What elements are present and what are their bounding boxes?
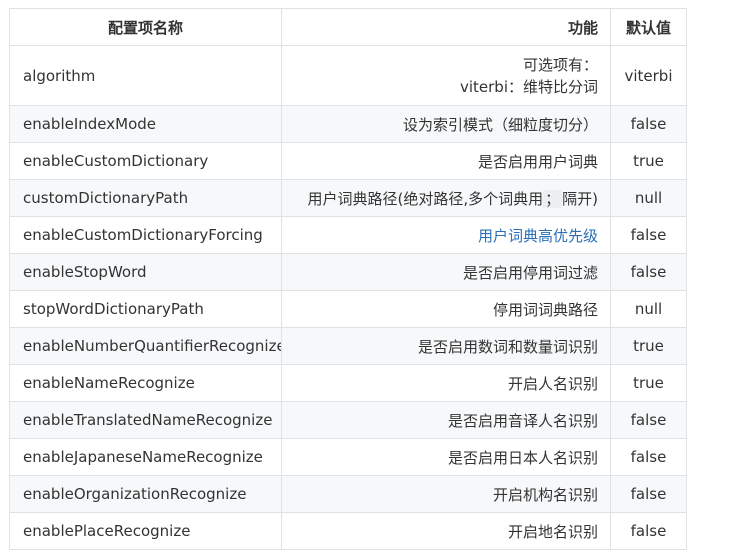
table-row: enablePlaceRecognize 开启地名识别 false bbox=[9, 512, 687, 550]
config-name: enableNameRecognize bbox=[9, 364, 282, 402]
config-name: enableCustomDictionary bbox=[9, 142, 282, 180]
table-row: enableIndexMode 设为索引模式（细粒度切分） false bbox=[9, 105, 687, 143]
config-default: false bbox=[610, 438, 687, 476]
config-name: enableJapaneseNameRecognize bbox=[9, 438, 282, 476]
config-table: 配置项名称 功能 默认值 algorithm 可选项有： viterbi：维特比… bbox=[9, 8, 687, 550]
config-default: false bbox=[610, 105, 687, 143]
config-function: 可选项有： viterbi：维特比分词 bbox=[281, 45, 611, 106]
config-default: false bbox=[610, 401, 687, 439]
config-default: true bbox=[610, 327, 687, 365]
config-function: 是否启用用户词典 bbox=[281, 142, 611, 180]
config-default: null bbox=[610, 179, 687, 217]
config-name: enableStopWord bbox=[9, 253, 282, 291]
config-function: 是否启用音译人名识别 bbox=[281, 401, 611, 439]
config-function: 用户词典高优先级 bbox=[281, 216, 611, 254]
header-name: 配置项名称 bbox=[9, 8, 282, 46]
table-row: enableCustomDictionaryForcing 用户词典高优先级 f… bbox=[9, 216, 687, 254]
config-default: false bbox=[610, 512, 687, 550]
config-function: 开启机构名识别 bbox=[281, 475, 611, 513]
config-name: enableCustomDictionaryForcing bbox=[9, 216, 282, 254]
table-row: enableTranslatedNameRecognize 是否启用音译人名识别… bbox=[9, 401, 687, 439]
table-row: enableJapaneseNameRecognize 是否启用日本人名识别 f… bbox=[9, 438, 687, 476]
config-default: null bbox=[610, 290, 687, 328]
config-function: 开启人名识别 bbox=[281, 364, 611, 402]
config-name: enableIndexMode bbox=[9, 105, 282, 143]
config-function-line: viterbi：维特比分词 bbox=[459, 77, 598, 96]
config-function: 是否启用停用词过滤 bbox=[281, 253, 611, 291]
config-function-text: 用户词典路径(绝对路径,多个词典用 bbox=[307, 189, 544, 208]
header-function: 功能 bbox=[281, 8, 611, 46]
table-header-row: 配置项名称 功能 默认值 bbox=[9, 8, 687, 46]
config-default: false bbox=[610, 475, 687, 513]
config-name: enableTranslatedNameRecognize bbox=[9, 401, 282, 439]
config-function: 开启地名识别 bbox=[281, 512, 611, 550]
config-default: true bbox=[610, 364, 687, 402]
config-default: false bbox=[610, 253, 687, 291]
config-default: viterbi bbox=[610, 45, 687, 106]
config-default: true bbox=[610, 142, 687, 180]
separator-mark: ； bbox=[543, 189, 563, 208]
config-default: false bbox=[610, 216, 687, 254]
config-function: 设为索引模式（细粒度切分） bbox=[281, 105, 611, 143]
table-row: enableStopWord 是否启用停用词过滤 false bbox=[9, 253, 687, 291]
header-default: 默认值 bbox=[610, 8, 687, 46]
config-function: 是否启用日本人名识别 bbox=[281, 438, 611, 476]
config-function: 用户词典路径(绝对路径,多个词典用；隔开) bbox=[281, 179, 611, 217]
table-row: stopWordDictionaryPath 停用词词典路径 null bbox=[9, 290, 687, 328]
table-row: enableCustomDictionary 是否启用用户词典 true bbox=[9, 142, 687, 180]
table-row: enableOrganizationRecognize 开启机构名识别 fals… bbox=[9, 475, 687, 513]
config-name: algorithm bbox=[9, 45, 282, 106]
table-row: algorithm 可选项有： viterbi：维特比分词 viterbi bbox=[9, 45, 687, 106]
table-row: enableNameRecognize 开启人名识别 true bbox=[9, 364, 687, 402]
config-name: customDictionaryPath bbox=[9, 179, 282, 217]
config-table-container: 配置项名称 功能 默认值 algorithm 可选项有： viterbi：维特比… bbox=[9, 8, 687, 550]
config-function-line: 可选项有： bbox=[522, 55, 598, 74]
config-name: enableOrganizationRecognize bbox=[9, 475, 282, 513]
config-name: enablePlaceRecognize bbox=[9, 512, 282, 550]
config-function-text: 隔开) bbox=[562, 189, 598, 208]
config-name: stopWordDictionaryPath bbox=[9, 290, 282, 328]
config-name: enableNumberQuantifierRecognize bbox=[9, 327, 282, 365]
table-row: enableNumberQuantifierRecognize 是否启用数词和数… bbox=[9, 327, 687, 365]
table-row: customDictionaryPath 用户词典路径(绝对路径,多个词典用；隔… bbox=[9, 179, 687, 217]
config-function: 是否启用数词和数量词识别 bbox=[281, 327, 611, 365]
config-function: 停用词词典路径 bbox=[281, 290, 611, 328]
custom-dictionary-priority-link[interactable]: 用户词典高优先级 bbox=[478, 227, 598, 245]
